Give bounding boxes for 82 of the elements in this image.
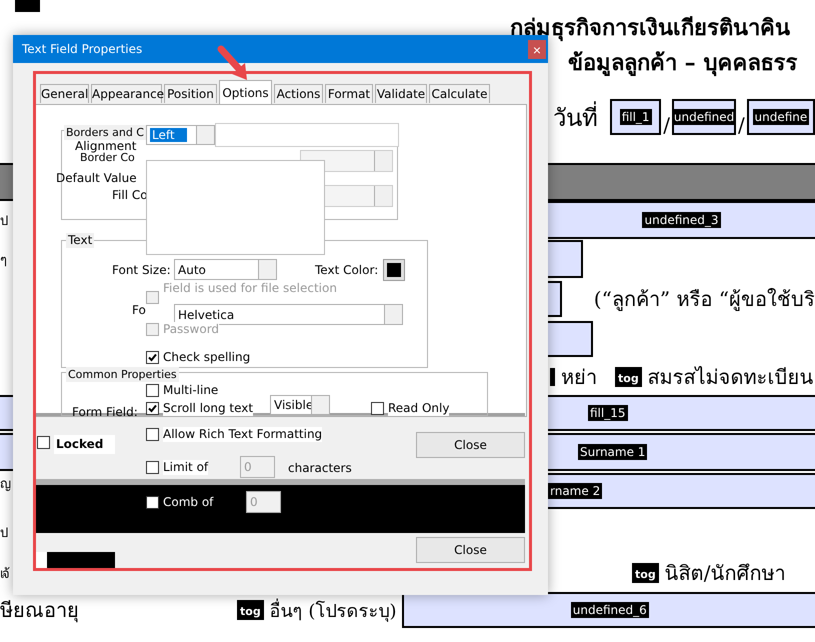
checkbox-label: Scroll long text <box>163 401 254 416</box>
text-fragment: ป <box>0 524 6 542</box>
tooltip-field[interactable] <box>146 160 325 255</box>
date-separator: / <box>663 113 670 137</box>
field-name: undefined_6 <box>570 602 649 618</box>
form-field[interactable] <box>546 321 593 357</box>
group-legend: Common Properties <box>66 367 179 382</box>
field-label: Default Value <box>56 171 137 186</box>
checkbox[interactable] <box>146 428 159 441</box>
checkbox[interactable] <box>146 496 159 509</box>
field-name: undefine <box>752 109 810 125</box>
group-legend: Borders and C <box>64 125 146 140</box>
field-label: Font Size: <box>112 263 171 278</box>
tab[interactable]: Calculate <box>429 84 490 103</box>
field-label: Text Color: <box>315 263 378 278</box>
checkbox[interactable] <box>37 436 50 449</box>
subheading: ข้อมูลลูกค้า – บุคคลธรร <box>568 48 798 78</box>
form-field[interactable]: undefined_6 <box>402 592 815 628</box>
visibility-dropdown[interactable]: Visible <box>270 395 330 415</box>
option-label: สมรสไม่จดทะเบียน <box>648 364 814 391</box>
field-name: Surname 1 <box>578 444 648 460</box>
text-fragment: เจ้ <box>0 566 8 584</box>
toggle-tag: tog <box>237 600 264 620</box>
field-label: Fo <box>132 303 146 318</box>
field-label: Alignment <box>75 139 136 153</box>
field-label: characters <box>288 461 352 476</box>
checkbox-label: Locked <box>54 435 116 454</box>
alignment-dropdown[interactable]: Left <box>146 125 215 145</box>
arrow-drawing <box>218 46 247 80</box>
tab[interactable]: Actions <box>274 84 323 103</box>
form-field[interactable]: undefined_3 <box>548 201 815 239</box>
checkbox-label: Allow Rich Text Formatting <box>163 427 322 442</box>
date-label: วันที่ <box>553 98 598 136</box>
form-field[interactable] <box>546 240 583 278</box>
field-name: fill_15 <box>588 405 628 421</box>
checkbox-label: Limit of <box>163 460 208 475</box>
field-name: undefined <box>672 109 736 125</box>
checkbox[interactable] <box>146 461 159 474</box>
close-button[interactable]: Close <box>416 432 525 458</box>
field-label: Border Co <box>80 151 135 165</box>
text-field[interactable] <box>215 123 399 147</box>
text-color-swatch[interactable] <box>384 260 404 280</box>
checkbox[interactable] <box>371 402 384 415</box>
group-legend: Text <box>66 233 94 248</box>
checkbox[interactable] <box>146 384 159 397</box>
customer-note: (“ลูกค้า” หรือ “ผู้ขอใช้บริ <box>594 286 815 313</box>
form-field[interactable]: rname 2 <box>548 473 815 509</box>
text-fragment: ป <box>0 212 6 230</box>
close-button[interactable]: Close <box>416 537 525 563</box>
tab[interactable]: Position <box>164 84 217 103</box>
checkbox-label: Read Only <box>388 401 450 416</box>
tab[interactable]: Options <box>219 80 272 104</box>
date-field[interactable]: fill_1 <box>610 99 662 135</box>
toggle-tag: tog <box>632 563 659 583</box>
checkbox[interactable] <box>146 351 159 364</box>
corner-block <box>15 0 40 12</box>
close-button[interactable]: × <box>528 40 546 59</box>
text-fragment: ๆ <box>0 252 5 270</box>
option-label: นิสิต/นักศึกษา <box>664 560 786 587</box>
option-label: ษียณอายุ <box>0 597 80 624</box>
text-fragment: ญ <box>0 476 9 494</box>
font-size-dropdown[interactable]: Auto <box>174 259 277 280</box>
tab[interactable]: Format <box>325 84 373 103</box>
checkbox-label: Check spelling <box>163 350 250 365</box>
tab[interactable]: Validate <box>375 84 427 103</box>
toggle-tag: tog <box>615 367 642 387</box>
date-separator: / <box>738 113 745 137</box>
field-name: fill_1 <box>620 109 652 125</box>
checkbox-label: Comb of <box>163 495 214 510</box>
date-field[interactable]: undefine <box>746 99 815 135</box>
option-label: หย่า <box>561 364 597 391</box>
tab[interactable]: General <box>40 84 89 103</box>
checkbox[interactable] <box>146 402 159 415</box>
tab[interactable]: Appearance <box>91 84 162 103</box>
field-name: undefined_3 <box>642 212 720 228</box>
date-field[interactable]: undefined <box>672 99 736 135</box>
font-dropdown[interactable]: Helvetica <box>174 304 403 325</box>
field-name: rname 2 <box>548 483 602 499</box>
option-label: อื่นๆ (โปรดระบุ) <box>270 598 396 624</box>
checkbox-mark <box>550 368 555 386</box>
window-title: Text Field Properties <box>22 42 142 56</box>
field-label: Form Field: <box>72 405 138 420</box>
